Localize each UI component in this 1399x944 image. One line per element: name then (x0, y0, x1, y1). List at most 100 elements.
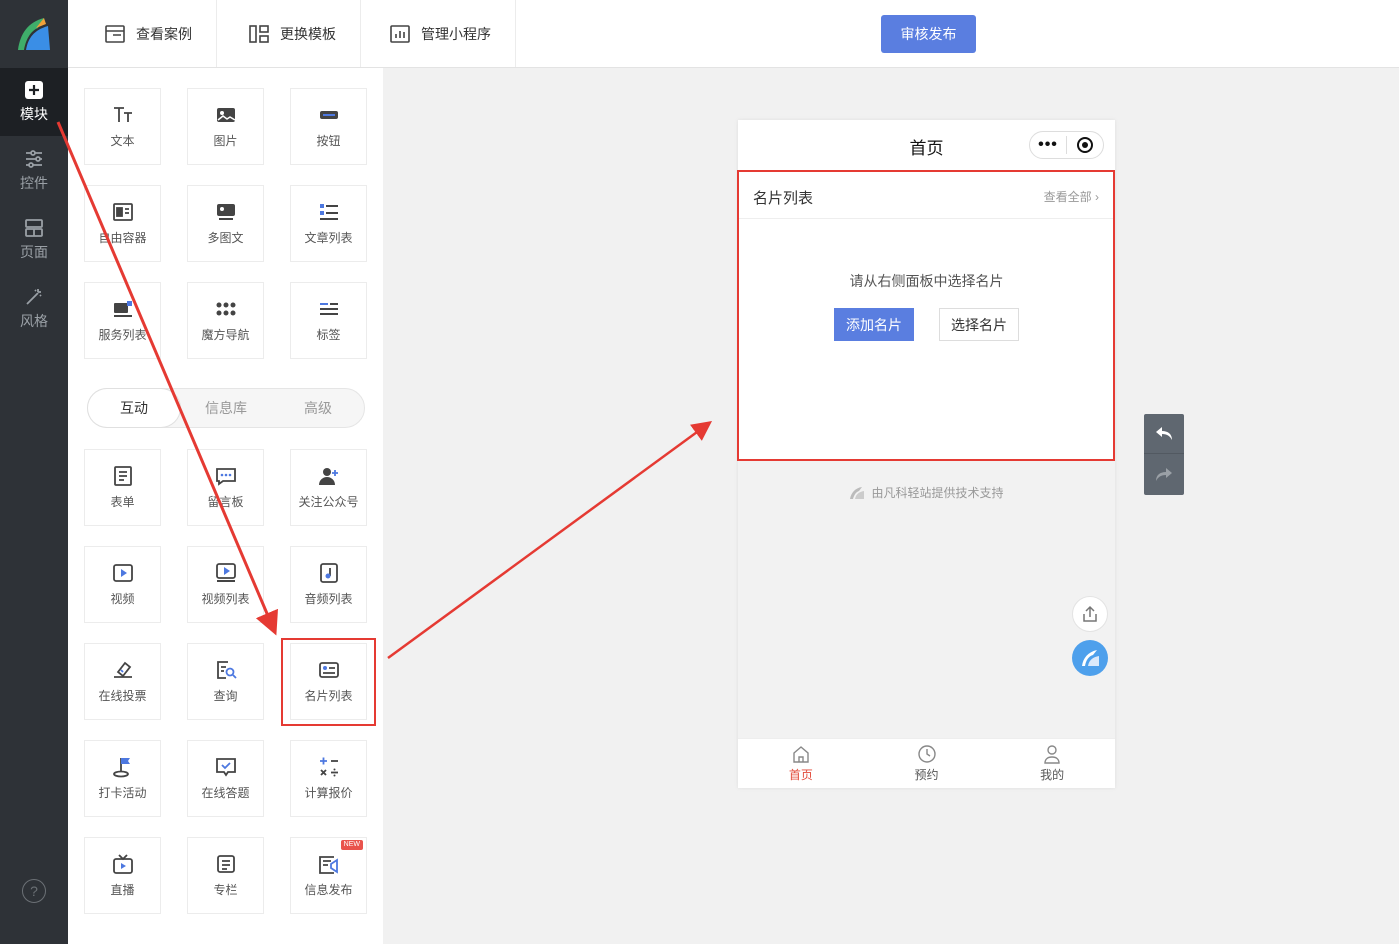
component-query[interactable]: 查询 (187, 643, 264, 720)
component-article-list[interactable]: 文章列表 (290, 185, 367, 262)
image-icon (216, 108, 235, 122)
redo-icon (1156, 468, 1172, 481)
undo-icon (1156, 426, 1172, 440)
video-icon (112, 564, 133, 582)
button-icon (319, 111, 338, 119)
sidebar-item-label: 模块 (20, 106, 48, 122)
component-column[interactable]: 专栏 (187, 837, 264, 914)
sidebar-item-style[interactable]: 风格 (0, 275, 68, 343)
miniprogram-capsule[interactable]: ••• (1029, 131, 1104, 159)
tab-advanced[interactable]: 高级 (272, 389, 364, 427)
tabbar-item-home[interactable]: 首页 (738, 739, 864, 788)
bar-chart-icon (390, 24, 410, 43)
component-image[interactable]: 图片 (187, 88, 264, 165)
card-list-icon (318, 662, 339, 678)
tech-support-text: 由凡科轻站提供技术支持 (871, 486, 1004, 500)
component-multi-image-text[interactable]: 多图文 (187, 185, 264, 262)
tabbar-item-mine[interactable]: 我的 (989, 739, 1115, 788)
component-service-list[interactable]: 服务列表 (84, 282, 161, 359)
sidebar-item-label: 风格 (20, 313, 48, 329)
sidebar-item-modules[interactable]: 模块 (0, 68, 68, 136)
grid-dots-icon (216, 302, 235, 316)
top-toolbar: 查看案例 更换模板 管理小程序 审核发布 (68, 0, 1399, 68)
brand-float-button[interactable] (1072, 640, 1108, 676)
calculator-icon (319, 757, 338, 777)
redo-button[interactable] (1144, 455, 1184, 495)
message-board-icon (215, 468, 236, 486)
magic-wand-icon (26, 289, 42, 305)
more-dots-icon[interactable]: ••• (1030, 136, 1066, 154)
sidebar-item-pages[interactable]: 页面 (0, 206, 68, 274)
phone-header: 首页 ••• (738, 120, 1115, 170)
plus-square-icon (25, 81, 43, 99)
chevron-right-icon: › (1095, 190, 1099, 204)
tabbar-item-booking[interactable]: 预约 (864, 739, 990, 788)
tab-manage-miniprogram[interactable]: 管理小程序 (360, 0, 516, 67)
tabbar-label: 预约 (914, 768, 939, 782)
audio-list-icon (319, 563, 338, 583)
quiz-icon (215, 758, 236, 777)
share-icon (1083, 605, 1097, 622)
card-list-module[interactable]: 名片列表 查看全部 › 请从右侧面板中选择名片 添加名片 选择名片 (738, 171, 1115, 461)
form-icon (113, 466, 132, 486)
live-tv-icon (112, 854, 133, 874)
tag-lines-icon (319, 303, 338, 315)
choose-card-button[interactable]: 选择名片 (939, 308, 1019, 341)
brand-logo-icon (1082, 650, 1099, 666)
component-message-board[interactable]: 留言板 (187, 449, 264, 526)
component-online-quiz[interactable]: 在线答题 (187, 740, 264, 817)
component-text[interactable]: 文本 (84, 88, 161, 165)
component-form[interactable]: 表单 (84, 449, 161, 526)
component-tag[interactable]: 标签 (290, 282, 367, 359)
vote-icon (113, 661, 132, 678)
layout-icon (25, 219, 43, 237)
card-list-header: 名片列表 查看全部 › (738, 171, 1115, 219)
tab-info-library[interactable]: 信息库 (180, 389, 272, 427)
component-live[interactable]: 直播 (84, 837, 161, 914)
publish-button[interactable]: 审核发布 (881, 15, 976, 53)
component-follow-account[interactable]: 关注公众号 (290, 449, 367, 526)
sidebar-item-controls[interactable]: 控件 (0, 137, 68, 205)
tab-label: 管理小程序 (421, 25, 491, 42)
component-button[interactable]: 按钮 (290, 88, 367, 165)
share-button[interactable] (1072, 596, 1108, 632)
brand-logo-icon (850, 486, 865, 499)
home-icon (793, 746, 809, 763)
component-calc-quote[interactable]: 计算报价 (290, 740, 367, 817)
component-audio-list[interactable]: 音频列表 (290, 546, 367, 623)
component-info-publish[interactable]: NEW 信息发布 (290, 837, 367, 914)
component-checkin-activity[interactable]: 打卡活动 (84, 740, 161, 817)
phone-preview: 首页 ••• 名片列表 查看全部 › 请从右侧面板中选择名片 添加名片 选择名片… (738, 120, 1115, 788)
sidebar-item-label: 控件 (20, 175, 48, 191)
new-badge: NEW (340, 840, 363, 850)
user-icon (1044, 745, 1060, 764)
tab-interactive[interactable]: 互动 (88, 389, 180, 427)
component-magic-nav[interactable]: 魔方导航 (187, 282, 264, 359)
sliders-icon (26, 150, 42, 168)
sidebar-item-label: 页面 (20, 244, 48, 260)
component-free-container[interactable]: 自由容器 (84, 185, 161, 262)
logo-icon[interactable] (14, 14, 54, 54)
tabbar-label: 首页 (788, 768, 813, 782)
multi-image-icon (216, 204, 235, 220)
text-icon (113, 107, 132, 122)
help-icon[interactable]: ? (22, 879, 46, 903)
template-icon (249, 24, 269, 43)
component-video[interactable]: 视频 (84, 546, 161, 623)
undo-button[interactable] (1144, 414, 1184, 454)
component-card-list[interactable]: 名片列表 (290, 643, 367, 720)
add-card-button[interactable]: 添加名片 (834, 308, 914, 341)
column-icon (216, 855, 235, 873)
view-all-link[interactable]: 查看全部 › (1044, 188, 1099, 205)
component-video-list[interactable]: 视频列表 (187, 546, 264, 623)
tab-view-cases[interactable]: 查看案例 (68, 0, 217, 67)
close-target-icon[interactable] (1067, 136, 1103, 154)
left-sidebar: 模块 控件 页面 风格 ? (0, 0, 68, 944)
history-controls (1144, 414, 1184, 495)
tab-change-template[interactable]: 更换模板 (215, 0, 361, 67)
follow-user-icon (318, 468, 338, 485)
video-list-icon (215, 563, 236, 582)
component-category-tabs: 互动 信息库 高级 (87, 388, 365, 428)
component-online-vote[interactable]: 在线投票 (84, 643, 161, 720)
browser-window-icon (105, 24, 125, 43)
